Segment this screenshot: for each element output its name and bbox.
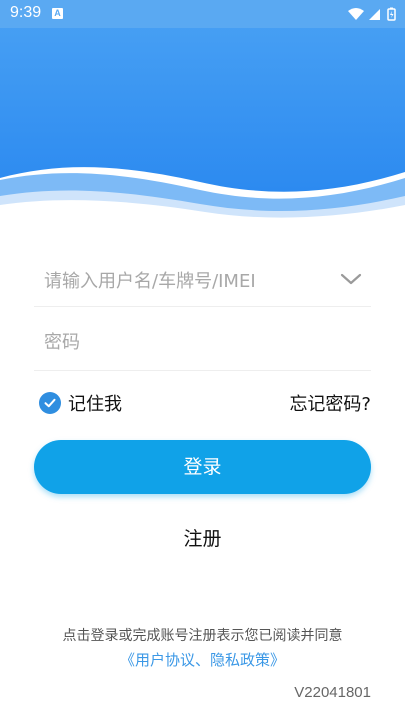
login-button[interactable]: 登录 bbox=[34, 440, 371, 494]
options-row: 记住我 忘记密码? bbox=[34, 371, 371, 427]
status-bar: 9:39 A bbox=[0, 0, 405, 28]
user-agreement-privacy-link[interactable]: 《用户协议、隐私政策》 bbox=[120, 648, 285, 672]
signal-icon bbox=[369, 9, 380, 20]
header-wave-front bbox=[0, 0, 405, 192]
password-input[interactable] bbox=[44, 327, 324, 357]
remember-me-label: 记住我 bbox=[68, 394, 122, 415]
status-icons bbox=[347, 6, 397, 22]
remember-me-checkbox[interactable]: 记住我 bbox=[39, 390, 122, 416]
username-input[interactable] bbox=[44, 266, 324, 296]
wifi-icon bbox=[348, 8, 364, 20]
agreement-text: 点击登录或完成账号注册表示您已阅读并同意 bbox=[62, 628, 343, 644]
chevron-down-icon[interactable] bbox=[339, 270, 363, 288]
checkmark-icon[interactable] bbox=[39, 392, 61, 414]
username-row bbox=[34, 252, 371, 307]
register-link[interactable]: 注册 bbox=[34, 524, 371, 551]
notification-badge-icon: A bbox=[52, 8, 63, 19]
app-version: V22041801 bbox=[294, 684, 371, 701]
battery-icon bbox=[387, 7, 396, 21]
forgot-password-link[interactable]: 忘记密码? bbox=[289, 390, 371, 416]
status-time: 9:39 bbox=[10, 4, 42, 21]
header-wave-background bbox=[0, 0, 405, 218]
agreement-notice: 点击登录或完成账号注册表示您已阅读并同意 《用户协议、隐私政策》 bbox=[0, 626, 405, 672]
password-row bbox=[34, 307, 371, 371]
login-form: 记住我 忘记密码? 登录 注册 bbox=[34, 252, 371, 550]
